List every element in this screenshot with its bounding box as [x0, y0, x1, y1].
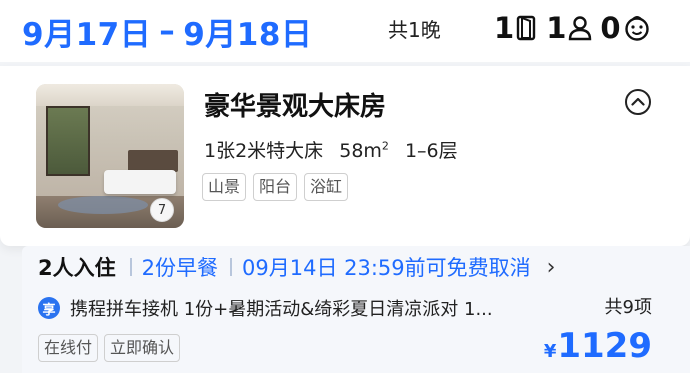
- room-area-value: 58m: [339, 140, 382, 162]
- children-count-item[interactable]: 0: [600, 11, 650, 45]
- promo-total[interactable]: 共9项: [605, 294, 652, 322]
- photo-headboard: [128, 150, 178, 172]
- room-details: 1张2米特大床 58m2 1–6层: [204, 136, 468, 163]
- child-icon: [624, 16, 649, 41]
- promo-row[interactable]: 享 携程拼车接机 1份+暑期活动&绮彩夏日清凉派对 1...: [38, 294, 493, 322]
- checkout-date: 9月18日: [183, 16, 313, 53]
- children-count: 0: [600, 11, 621, 45]
- rate-summary[interactable]: 2人入住 2份早餐 09月14日 23:59前可免费取消 ›: [38, 252, 555, 282]
- divider: [230, 258, 232, 276]
- adults-count-item[interactable]: 1: [546, 11, 592, 45]
- room-area: 58m2: [339, 140, 389, 162]
- checkin-date: 9月17日: [22, 16, 152, 53]
- rooms-count: 1: [494, 11, 515, 45]
- photo-count-badge[interactable]: 7: [150, 198, 174, 222]
- chevron-right-icon[interactable]: ›: [547, 255, 556, 280]
- rate-tag: 在线付: [38, 334, 99, 362]
- room-name: 豪华景观大床房: [204, 92, 387, 122]
- bed-type: 1张2米特大床: [204, 140, 324, 162]
- price-amount: 1129: [557, 326, 652, 366]
- benefit-badge: 享: [38, 297, 60, 319]
- occupancy: 2人入住: [38, 256, 116, 280]
- price[interactable]: ¥ 1129: [544, 326, 652, 366]
- room-tags: 山景 阳台 浴缸: [202, 173, 355, 201]
- adult-icon: [569, 16, 592, 41]
- photo-bed: [104, 170, 176, 194]
- photo-rug: [58, 196, 148, 214]
- date-range[interactable]: 9月17日 – 9月18日: [22, 9, 312, 54]
- rooms-count-item[interactable]: 1: [494, 11, 538, 45]
- room-tag: 阳台: [253, 173, 298, 201]
- room-area-unit-sup: 2: [381, 139, 389, 153]
- cancel-policy: 09月14日 23:59前可免费取消: [242, 256, 531, 280]
- date-separator: –: [159, 13, 176, 49]
- room-tag: 山景: [202, 173, 247, 201]
- photo-window: [46, 106, 90, 176]
- photo-ceiling: [36, 84, 184, 106]
- door-icon: [516, 15, 536, 41]
- promo-text: 携程拼车接机 1份+暑期活动&绮彩夏日清凉派对 1...: [70, 299, 493, 320]
- date-bar[interactable]: 9月17日 – 9月18日 共1晚 1 1 0: [0, 0, 690, 62]
- rate-tags: 在线付 立即确认: [38, 334, 186, 362]
- divider: [129, 258, 132, 276]
- room-tag: 浴缸: [304, 173, 349, 201]
- breakfast: 2份早餐: [141, 256, 218, 280]
- guest-counts[interactable]: 1 1 0: [494, 8, 651, 48]
- currency-symbol: ¥: [543, 341, 557, 362]
- adults-count: 1: [546, 11, 567, 45]
- rate-tag: 立即确认: [104, 334, 181, 362]
- room-floors: 1–6层: [404, 140, 458, 162]
- collapse-chevron-up-icon[interactable]: [624, 88, 652, 116]
- room-card[interactable]: 豪华景观大床房 1张2米特大床 58m2 1–6层 山景 阳台 浴缸: [0, 66, 690, 246]
- rate-plan[interactable]: 2人入住 2份早餐 09月14日 23:59前可免费取消 › 享 携程拼车接机 …: [22, 246, 690, 373]
- nights-count: 共1晚: [388, 18, 441, 42]
